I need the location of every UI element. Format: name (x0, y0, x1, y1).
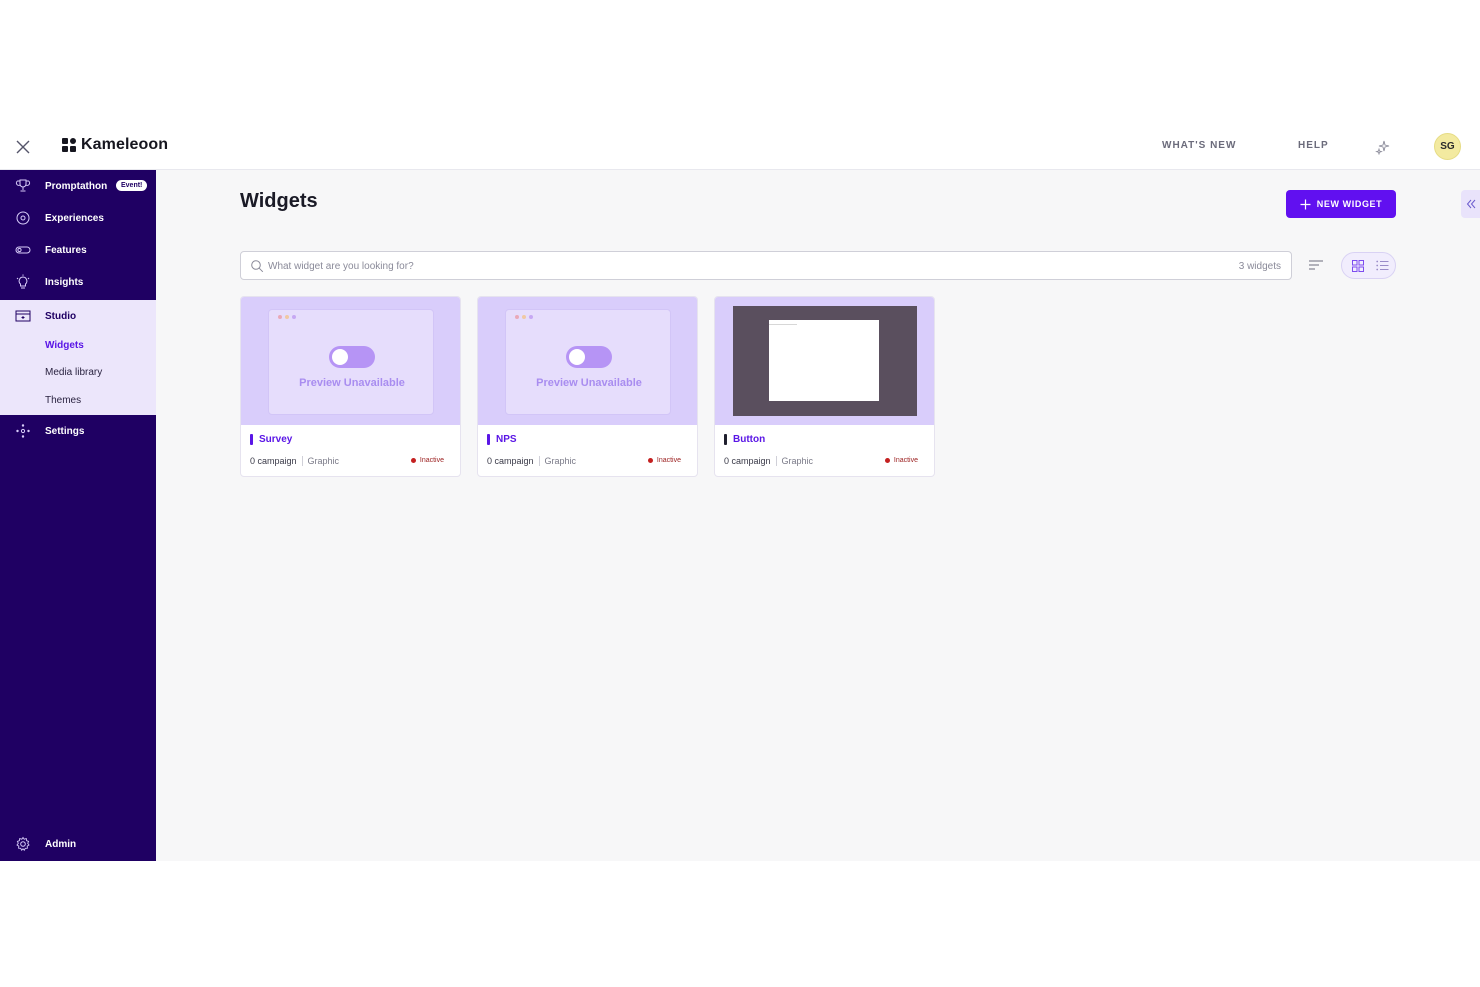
sort-icon[interactable] (1308, 258, 1324, 272)
ai-sparkle-icon[interactable] (1375, 139, 1391, 155)
status-dot-icon (647, 458, 653, 463)
widget-type: Graphic (307, 456, 340, 466)
status-dot-icon (884, 458, 890, 463)
widget-meta: 0 campaign Graphic (487, 456, 576, 466)
lightbulb-icon (16, 274, 30, 289)
search-bar: 3 widgets (240, 251, 1292, 280)
toggle-illustration-icon (566, 346, 612, 368)
main-content: Widgets NEW WIDGET 3 widgets (156, 170, 1480, 861)
sidebar-item-label: Insights (45, 276, 84, 288)
widget-meta: 0 campaign Graphic (250, 456, 339, 466)
widget-type: Graphic (544, 456, 577, 466)
kameleoon-logo-icon (62, 138, 76, 152)
page-title: Widgets (240, 190, 318, 212)
widget-card-nps[interactable]: Preview Unavailable NPS 0 campaign Graphi… (477, 296, 698, 477)
status-badge: Inactive (410, 457, 444, 464)
whats-new-link[interactable]: WHAT'S NEW (1162, 140, 1236, 151)
toggle-illustration-icon (329, 346, 375, 368)
close-icon[interactable] (14, 138, 32, 156)
search-icon (251, 260, 264, 273)
sidebar-item-label: Features (45, 244, 87, 256)
sidebar-item-features[interactable]: Features (0, 234, 156, 266)
sidebar-item-admin[interactable]: Admin (0, 828, 156, 860)
help-link[interactable]: HELP (1298, 140, 1329, 151)
target-icon (16, 211, 30, 225)
sidebar-item-experiences[interactable]: Experiences (0, 202, 156, 234)
status-badge: Inactive (884, 457, 918, 464)
sidebar-item-insights[interactable]: Insights (0, 266, 156, 298)
top-bar: Kameleoon WHAT'S NEW HELP SG (0, 123, 1480, 170)
preview-placeholder: Preview Unavailable (505, 309, 671, 415)
sidebar-item-promptathon[interactable]: Promptathon Event! (0, 170, 156, 202)
event-badge: Event! (116, 180, 148, 191)
campaign-count: 0 campaign (250, 456, 297, 466)
sidebar-item-label: Experiences (45, 212, 104, 224)
new-widget-label: NEW WIDGET (1316, 199, 1383, 209)
status-badge: Inactive (647, 457, 681, 464)
sidebar: Promptathon Event! Experiences Features … (0, 170, 156, 861)
sidebar-item-label: Promptathon (45, 180, 108, 192)
sidebar-item-settings[interactable]: Settings (0, 415, 156, 447)
grid-icon (1352, 259, 1364, 272)
brand-logo[interactable]: Kameleoon (62, 136, 168, 154)
trophy-icon (15, 179, 31, 192)
sidebar-subitem-media-library[interactable]: Media library (45, 367, 102, 378)
nodes-icon (16, 424, 30, 438)
double-chevron-left-icon (1466, 199, 1475, 209)
sidebar-subitem-themes[interactable]: Themes (45, 395, 81, 406)
toggle-icon (15, 246, 31, 254)
widget-count: 3 widgets (1238, 261, 1281, 272)
widget-preview: Preview Unavailable (478, 297, 697, 425)
sidebar-item-label: Settings (45, 425, 85, 437)
status-dot-icon (410, 458, 416, 463)
preview-image (733, 306, 917, 416)
search-input[interactable] (268, 258, 1168, 274)
widget-card-survey[interactable]: Preview Unavailable Survey 0 campaign Gra… (240, 296, 461, 477)
new-widget-button[interactable]: NEW WIDGET (1286, 190, 1396, 218)
collapse-panel-button[interactable] (1461, 190, 1480, 218)
brand-name: Kameleoon (81, 136, 169, 153)
sidebar-item-label: Studio (45, 310, 77, 322)
sidebar-subitem-widgets[interactable]: Widgets (45, 340, 84, 351)
list-view-button[interactable] (1372, 256, 1392, 275)
widget-name: Survey (259, 434, 293, 445)
studio-section: Studio Widgets Media library Themes (0, 300, 156, 415)
widget-name: Button (733, 434, 766, 445)
preview-unavailable-text: Preview Unavailable (536, 377, 642, 389)
widget-card-button[interactable]: Button 0 campaign Graphic Inactive (714, 296, 935, 477)
widget-preview (715, 297, 934, 425)
preview-placeholder: Preview Unavailable (268, 309, 434, 415)
studio-icon (15, 310, 31, 322)
list-icon (1375, 260, 1388, 271)
widget-type: Graphic (781, 456, 814, 466)
campaign-count: 0 campaign (487, 456, 534, 466)
user-avatar[interactable]: SG (1434, 133, 1461, 160)
campaign-count: 0 campaign (724, 456, 771, 466)
view-toggle (1341, 252, 1396, 279)
plus-icon (1300, 199, 1311, 209)
widget-name: NPS (496, 434, 517, 445)
grid-view-button[interactable] (1348, 256, 1368, 275)
gear-icon (16, 836, 30, 851)
sidebar-item-label: Admin (45, 838, 77, 850)
widget-preview: Preview Unavailable (241, 297, 460, 425)
preview-unavailable-text: Preview Unavailable (299, 377, 405, 389)
app-window: Kameleoon WHAT'S NEW HELP SG Promptathon… (0, 123, 1480, 861)
widget-meta: 0 campaign Graphic (724, 456, 813, 466)
sidebar-item-studio[interactable]: Studio (0, 300, 156, 332)
